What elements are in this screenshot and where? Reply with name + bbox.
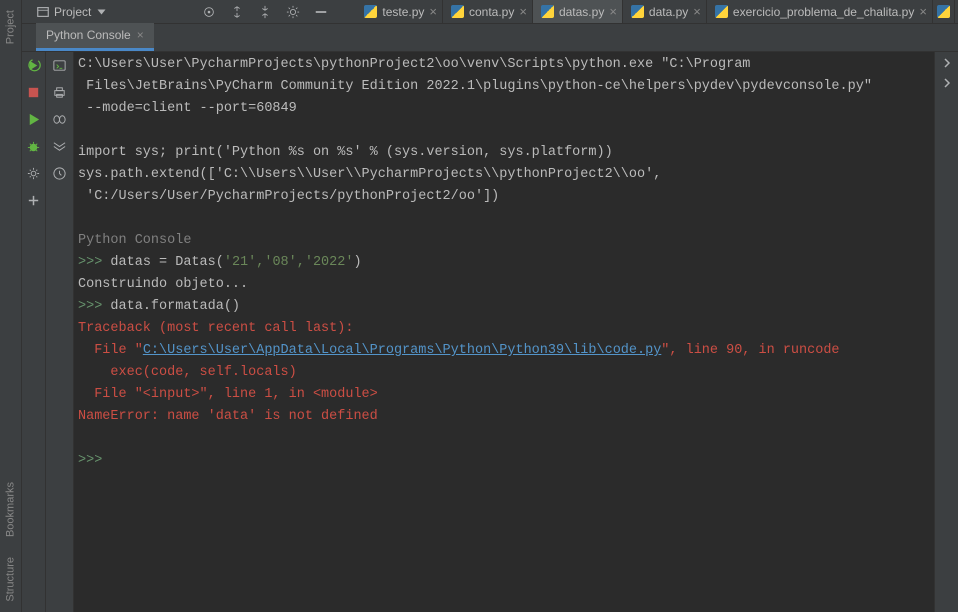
chevron-right-icon[interactable] (942, 78, 952, 88)
console-output-line: Construindo objeto... (78, 277, 248, 292)
top-toolbar: Project teste.py × conta.py × (22, 0, 958, 24)
console-input: datas = Datas( (102, 255, 224, 270)
settings-icon[interactable] (26, 166, 41, 181)
close-icon[interactable]: × (609, 4, 617, 19)
collapse-icon[interactable] (258, 5, 272, 19)
project-label: Project (54, 5, 91, 19)
tab-label: datas.py (559, 5, 604, 19)
python-icon (715, 5, 728, 18)
stop-icon[interactable] (26, 85, 41, 100)
console-line: Files\JetBrains\PyCharm Community Editio… (78, 79, 872, 94)
tab-label: teste.py (382, 5, 424, 19)
string-literal: '21','08','2022' (224, 255, 354, 270)
console-output[interactable]: C:\Users\User\PycharmProjects\pythonProj… (74, 52, 934, 612)
console-line: --mode=client --port=60849 (78, 101, 297, 116)
tab-label: conta.py (469, 5, 514, 19)
tab-conta[interactable]: conta.py × (443, 0, 533, 23)
hide-icon[interactable] (314, 5, 328, 19)
gutter-project[interactable]: Project (0, 0, 21, 54)
prompt: >>> (78, 255, 102, 270)
traceback-line: File " (78, 343, 143, 358)
traceback-line: ", line 90, in runcode (661, 343, 839, 358)
left-gutter: Project Bookmarks Structure (0, 0, 22, 612)
tool-window-tabs: Python Console × (22, 24, 958, 52)
show-vars-icon[interactable] (52, 112, 67, 127)
traceback-header: Traceback (most recent call last): (78, 321, 353, 336)
console-line: sys.path.extend(['C:\\Users\\User\\Pycha… (78, 167, 661, 182)
right-fold-gutter (934, 52, 958, 612)
tab-datas[interactable]: datas.py × (533, 0, 623, 23)
tab-label: exercicio_problema_de_chalita.py (733, 5, 914, 19)
python-console-label: Python Console (78, 233, 191, 248)
prompt: >>> (78, 453, 102, 468)
toolbar-icons (192, 5, 338, 19)
python-icon (364, 5, 377, 18)
tool-tab-label: Python Console (46, 28, 131, 42)
editor-tabs: teste.py × conta.py × datas.py × data.py… (356, 0, 955, 23)
traceback-line: File "<input>", line 1, in <module> (78, 387, 378, 402)
expand-icon[interactable] (230, 5, 244, 19)
traceback-line: exec(code, self.locals) (78, 365, 297, 380)
console-line: 'C:/Users/User/PycharmProjects/pythonPro… (78, 189, 499, 204)
close-icon[interactable]: × (429, 4, 437, 19)
add-icon[interactable] (26, 193, 41, 208)
python-icon (451, 5, 464, 18)
debug-icon[interactable] (26, 139, 41, 154)
gear-icon[interactable] (286, 5, 300, 19)
console-action-gutter (22, 52, 46, 612)
tab-overflow[interactable] (933, 0, 955, 23)
console-view-gutter (46, 52, 74, 612)
chevron-right-icon[interactable] (942, 58, 952, 68)
target-icon[interactable] (202, 5, 216, 19)
console-line: C:\Users\User\PycharmProjects\pythonProj… (78, 57, 750, 72)
main-area: Project teste.py × conta.py × (22, 0, 958, 612)
file-link[interactable]: C:\Users\User\AppData\Local\Programs\Pyt… (143, 343, 661, 358)
browse-data-icon[interactable] (52, 139, 67, 154)
gutter-project-label: Project (5, 10, 17, 44)
gutter-bookmarks[interactable]: Bookmarks (0, 472, 21, 547)
rerun-icon[interactable] (26, 58, 41, 73)
history-icon[interactable] (52, 166, 67, 181)
close-icon[interactable]: × (919, 4, 927, 19)
tab-teste[interactable]: teste.py × (356, 0, 443, 23)
error-line: NameError: name 'data' is not defined (78, 409, 378, 424)
print-icon[interactable] (52, 85, 67, 100)
console-line: import sys; print('Python %s on %s' % (s… (78, 145, 613, 160)
gutter-structure[interactable]: Structure (0, 547, 21, 612)
python-console-tab[interactable]: Python Console × (36, 23, 154, 51)
close-icon[interactable]: × (693, 4, 701, 19)
python-icon (631, 5, 644, 18)
python-icon (937, 5, 950, 18)
tab-data[interactable]: data.py × (623, 0, 707, 23)
tab-label: data.py (649, 5, 688, 19)
close-icon[interactable]: × (519, 4, 527, 19)
console-input: data.formatada() (102, 299, 240, 314)
project-icon (36, 5, 50, 19)
project-dropdown[interactable]: Project (22, 0, 112, 23)
close-icon[interactable]: × (137, 28, 144, 42)
chevron-down-icon (98, 9, 106, 14)
gutter-bookmarks-label: Bookmarks (5, 482, 17, 537)
tab-exercicio[interactable]: exercicio_problema_de_chalita.py × (707, 0, 933, 23)
execute-icon[interactable] (52, 58, 67, 73)
prompt: >>> (78, 299, 102, 314)
run-icon[interactable] (26, 112, 41, 127)
gutter-structure-label: Structure (5, 557, 17, 602)
python-icon (541, 5, 554, 18)
console-panel: C:\Users\User\PycharmProjects\pythonProj… (22, 52, 958, 612)
console-input: ) (353, 255, 361, 270)
